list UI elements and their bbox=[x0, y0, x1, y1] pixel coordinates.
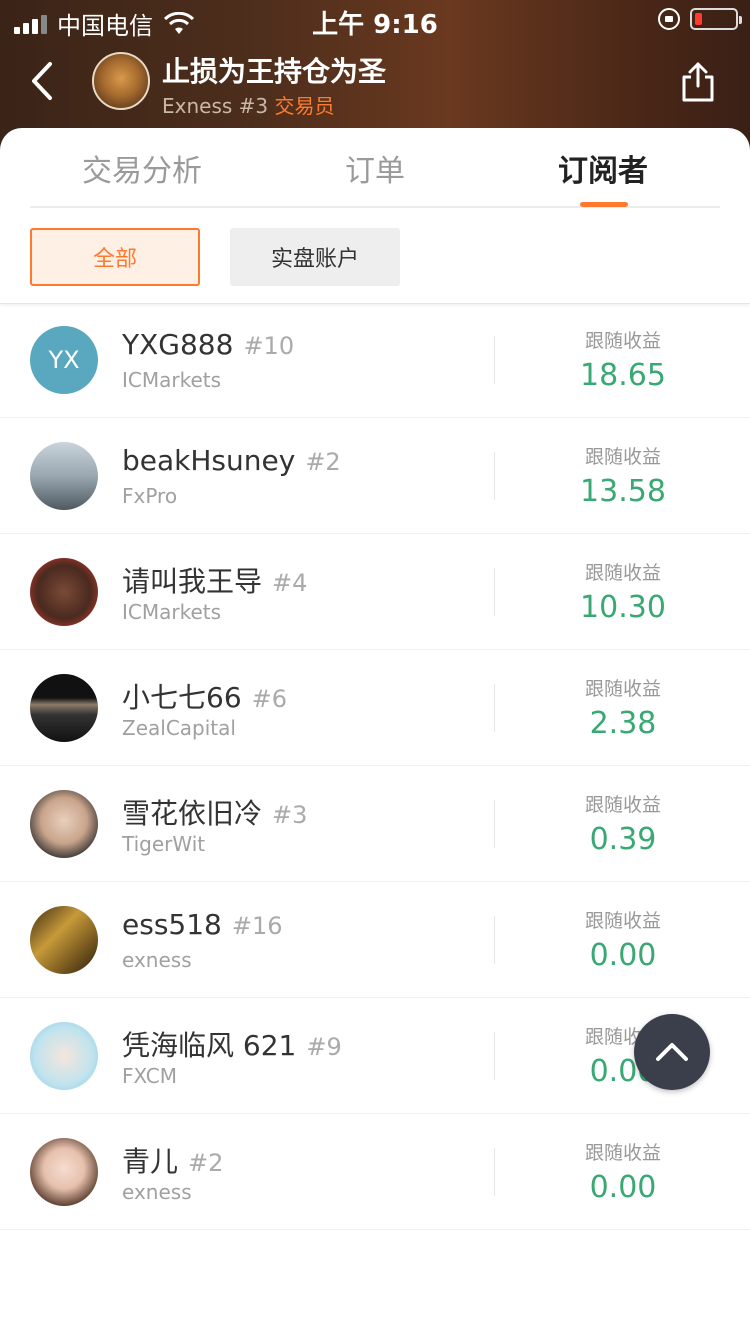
battery-icon bbox=[690, 8, 742, 30]
avatar[interactable] bbox=[30, 674, 98, 742]
subscriber-broker: FxPro bbox=[122, 484, 178, 508]
subscriber-name: 青儿 bbox=[122, 1145, 179, 1178]
subscriber-name: 小七七66 bbox=[122, 681, 242, 714]
divider bbox=[494, 568, 495, 616]
subscriber-rank: #2 bbox=[188, 1149, 224, 1177]
divider bbox=[494, 336, 495, 384]
subscriber-row[interactable]: 雪花依旧冷 #3 TigerWit 跟随收益 0.39 bbox=[0, 766, 750, 882]
subscriber-broker: ZealCapital bbox=[122, 716, 236, 740]
rotation-lock-icon bbox=[658, 8, 680, 30]
subscriber-rank: #9 bbox=[306, 1033, 342, 1061]
subscriber-name: ess518 bbox=[122, 908, 222, 941]
subscriber-name-line: 青儿 #2 bbox=[122, 1140, 223, 1180]
subscriber-rank: #3 bbox=[272, 801, 308, 829]
content-sheet: 交易分析 订单 订阅者 全部 实盘账户 Trader娟哥#10 ZealCapi… bbox=[0, 128, 750, 1334]
subscriber-row[interactable]: 青儿 #2 exness 跟随收益 0.00 bbox=[0, 1114, 750, 1230]
subscriber-row[interactable]: 请叫我王导 #4 ICMarkets 跟随收益 10.30 bbox=[0, 534, 750, 650]
subscriber-name-line: beakHsuney #2 bbox=[122, 444, 341, 477]
tab-orders[interactable]: 订单 bbox=[345, 146, 405, 190]
trader-role: 交易员 bbox=[274, 94, 335, 118]
avatar[interactable] bbox=[30, 906, 98, 974]
follow-profit-value: 0.00 bbox=[589, 1170, 657, 1205]
subscriber-name: 请叫我王导 bbox=[122, 565, 263, 598]
filter-live-account-button[interactable]: 实盘账户 bbox=[230, 228, 400, 286]
subscriber-row[interactable]: ess518 #16 exness 跟随收益 0.00 bbox=[0, 882, 750, 998]
subscriber-rank: #2 bbox=[305, 448, 341, 476]
subscriber-rank: #10 bbox=[243, 332, 295, 360]
tab-bar: 交易分析 订单 订阅者 bbox=[30, 128, 720, 208]
share-icon[interactable] bbox=[678, 60, 718, 104]
divider bbox=[494, 800, 495, 848]
scroll-to-top-button[interactable] bbox=[634, 1014, 710, 1090]
follow-profit-label: 跟随收益 bbox=[584, 330, 661, 352]
follow-profit-value: 0.00 bbox=[589, 938, 657, 973]
status-bar: 中国电信 上午 9:16 bbox=[0, 0, 750, 40]
avatar[interactable] bbox=[30, 1022, 98, 1090]
subscriber-name: YXG888 bbox=[122, 328, 234, 361]
follow-profit-label: 跟随收益 bbox=[584, 1142, 661, 1164]
tab-trade-analysis[interactable]: 交易分析 bbox=[82, 146, 202, 190]
chevron-left-icon[interactable] bbox=[24, 56, 64, 106]
chevron-up-icon bbox=[656, 1043, 688, 1061]
subscriber-name: 凭海临风 621 bbox=[122, 1029, 297, 1062]
avatar[interactable] bbox=[30, 790, 98, 858]
subscriber-name-line: 请叫我王导 #4 bbox=[122, 560, 307, 600]
subscriber-broker: FXCM bbox=[122, 1064, 177, 1088]
filter-bar: 全部 实盘账户 bbox=[0, 208, 750, 304]
tab-subscribers[interactable]: 订阅者 bbox=[558, 146, 648, 190]
subscriber-rank: #4 bbox=[272, 569, 308, 597]
status-time: 上午 9:16 bbox=[312, 10, 438, 40]
follow-profit-value: 13.58 bbox=[580, 474, 666, 509]
follow-profit-value: 0.39 bbox=[589, 822, 657, 857]
trader-subtitle: Exness #3 交易员 bbox=[162, 90, 335, 119]
filter-all-button[interactable]: 全部 bbox=[30, 228, 200, 286]
subscriber-row[interactable]: 小七七66 #6 ZealCapital 跟随收益 2.38 bbox=[0, 650, 750, 766]
follow-profit-label: 跟随收益 bbox=[584, 794, 661, 816]
avatar[interactable] bbox=[30, 1138, 98, 1206]
active-tab-indicator bbox=[580, 202, 628, 207]
follow-profit-label: 跟随收益 bbox=[584, 562, 661, 584]
follow-profit-label: 跟随收益 bbox=[584, 446, 661, 468]
subscriber-broker: ICMarkets bbox=[122, 600, 222, 624]
subscriber-broker: ICMarkets bbox=[122, 368, 222, 392]
subscriber-broker: exness bbox=[122, 1180, 192, 1204]
subscriber-broker: exness bbox=[122, 948, 192, 972]
follow-profit-label: 跟随收益 bbox=[584, 910, 661, 932]
trader-name: 止损为王持仓为圣 bbox=[162, 55, 387, 88]
avatar[interactable] bbox=[30, 558, 98, 626]
follow-profit-label: 跟随收益 bbox=[584, 678, 661, 700]
divider bbox=[494, 1032, 495, 1080]
trader-broker-rank: Exness #3 bbox=[162, 94, 269, 118]
divider bbox=[494, 452, 495, 500]
subscriber-name: 雪花依旧冷 bbox=[122, 797, 263, 830]
divider bbox=[494, 916, 495, 964]
divider bbox=[494, 1148, 495, 1196]
subscriber-name-line: 凭海临风 621 #9 bbox=[122, 1024, 342, 1064]
subscriber-row[interactable]: beakHsuney #2 FxPro 跟随收益 13.58 bbox=[0, 418, 750, 534]
trader-avatar[interactable] bbox=[92, 52, 150, 110]
avatar[interactable]: YX bbox=[30, 326, 98, 394]
subscriber-name-line: 雪花依旧冷 #3 bbox=[122, 792, 307, 832]
subscriber-rank: #16 bbox=[231, 912, 283, 940]
subscriber-name-line: 小七七66 #6 bbox=[122, 676, 287, 716]
subscriber-name: beakHsuney bbox=[122, 444, 296, 477]
subscriber-broker: TigerWit bbox=[122, 832, 206, 856]
subscriber-name-line: YXG888 #10 bbox=[122, 328, 294, 361]
follow-profit-value: 10.30 bbox=[580, 590, 666, 625]
divider bbox=[494, 684, 495, 732]
subscriber-row[interactable]: YX YXG888 #10 ICMarkets 跟随收益 18.65 bbox=[0, 304, 750, 418]
subscriber-list[interactable]: Trader娟哥#10 ZealCapital 跟随收益 106.46 YX Y… bbox=[0, 304, 750, 1334]
follow-profit-value: 18.65 bbox=[580, 358, 666, 393]
subscriber-rank: #6 bbox=[251, 685, 288, 713]
avatar[interactable] bbox=[30, 442, 98, 510]
follow-profit-value: 2.38 bbox=[589, 706, 657, 741]
subscriber-name-line: ess518 #16 bbox=[122, 908, 283, 941]
